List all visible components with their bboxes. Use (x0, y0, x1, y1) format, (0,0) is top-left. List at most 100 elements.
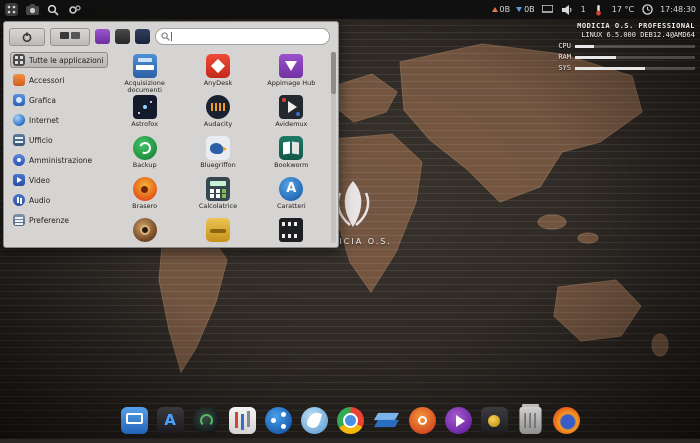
keyboard-indicator[interactable]: 1 (581, 5, 586, 14)
menu-search (155, 28, 330, 45)
monitor-subtitle: LINUX 6.5.000 DEB12.4@AMD64 (558, 31, 695, 40)
camera-lens-app-icon (133, 218, 157, 242)
filmstrip-app-icon (279, 218, 303, 242)
app-label: Bookworm (255, 162, 328, 169)
settings-gears-icon[interactable] (67, 3, 81, 17)
panel-launchers (0, 3, 81, 17)
media-player-dock-icon[interactable] (445, 407, 472, 434)
top-panel: 0B 0B 1 17 °C 17:48:30 (0, 0, 700, 19)
app-item[interactable]: AnyDesk (181, 52, 254, 90)
brasero-icon (133, 177, 157, 201)
internet-globe-icon (13, 114, 25, 126)
app-menu-icon[interactable] (4, 3, 18, 17)
menu-toolbar (9, 28, 330, 45)
app-label: Brasero (108, 203, 181, 210)
screenshot-tool-dock-icon[interactable] (481, 407, 508, 434)
audio-mixer-dock-icon[interactable] (229, 407, 256, 434)
appimage-hub-icon (279, 54, 303, 78)
category-office[interactable]: Ufficio (10, 132, 108, 148)
screenshot-camera-icon[interactable] (25, 3, 39, 17)
calculator-icon (206, 177, 230, 201)
category-video[interactable]: Video (10, 172, 108, 188)
category-all-applications[interactable]: Tutte le applicazioni (10, 52, 108, 68)
layers-dock-icon[interactable] (373, 407, 400, 434)
app-label: Avidemux (255, 121, 328, 128)
net-up-value: 0B (500, 5, 511, 14)
audacity-icon (206, 95, 230, 119)
category-label: Accessori (29, 76, 64, 85)
category-label: Grafica (29, 96, 56, 105)
share-dock-icon[interactable] (265, 407, 292, 434)
category-label: Preferenze (29, 216, 69, 225)
appcenter-dock-icon[interactable]: A (157, 407, 184, 434)
trash-dock-icon[interactable] (519, 407, 541, 434)
dark-app-shortcut-icon[interactable] (115, 29, 130, 44)
app-item[interactable]: Acquisizione documenti (108, 52, 181, 90)
temperature-value[interactable]: 17 °C (612, 5, 634, 14)
accessories-icon (13, 74, 25, 86)
feather-mail-dock-icon[interactable] (301, 407, 328, 434)
app-item[interactable]: A Caratteri (255, 175, 328, 213)
administration-icon (13, 154, 25, 166)
bluegriffon-icon (206, 136, 230, 160)
app-label: Backup (108, 162, 181, 169)
category-audio[interactable]: Audio (10, 192, 108, 208)
purple-app-shortcut-icon[interactable] (95, 29, 110, 44)
menu-scrollbar[interactable] (331, 52, 336, 243)
orange-app-dock-icon[interactable] (409, 407, 436, 434)
app-item[interactable] (255, 216, 328, 248)
ram-meter: RAM (558, 53, 695, 62)
category-administration[interactable]: Amministrazione (10, 152, 108, 168)
web-browser-dock-icon[interactable] (193, 407, 220, 434)
scrollbar-handle[interactable] (331, 52, 336, 94)
app-item[interactable] (181, 216, 254, 248)
category-accessories[interactable]: Accessori (10, 72, 108, 88)
category-label: Internet (29, 116, 59, 125)
app-label: Bluegriffon (181, 162, 254, 169)
document-scanner-icon (133, 54, 157, 78)
office-icon (13, 134, 25, 146)
clock-value[interactable]: 17:48:30 (660, 5, 696, 14)
clock-icon (640, 3, 654, 17)
search-input[interactable] (175, 31, 324, 43)
cpu-meter: CPU (558, 42, 695, 51)
power-button[interactable] (9, 28, 45, 46)
app-label: Appimage Hub (255, 80, 328, 87)
dock: A (0, 407, 700, 434)
cpu-bar (575, 45, 695, 48)
app-item[interactable]: Backup (108, 134, 181, 172)
app-item[interactable]: Audacity (181, 93, 254, 131)
app-item[interactable] (108, 216, 181, 248)
display-settings-dock-icon[interactable] (121, 407, 148, 434)
app-label: Astrofox (108, 121, 181, 128)
kbd-value: 1 (581, 5, 586, 14)
app-item[interactable]: Bookworm (255, 134, 328, 172)
chromium-dock-icon[interactable] (337, 407, 364, 434)
session-button[interactable] (50, 28, 90, 46)
category-preferences[interactable]: Preferenze (10, 212, 108, 228)
app-item[interactable]: Astrofox (108, 93, 181, 131)
firefox-dock-icon[interactable] (553, 407, 580, 434)
app-label: Acquisizione documenti (108, 80, 181, 94)
app-item[interactable]: Bluegriffon (181, 134, 254, 172)
app-item[interactable]: Brasero (108, 175, 181, 213)
sys-meter: SYS (558, 64, 695, 73)
search-icon[interactable] (46, 3, 60, 17)
category-graphics[interactable]: Grafica (10, 92, 108, 108)
navy-app-shortcut-icon[interactable] (135, 29, 150, 44)
app-menu-window: Tutte le applicazioni Accessori Grafica … (3, 21, 339, 248)
category-internet[interactable]: Internet (10, 112, 108, 128)
ram-bar (575, 56, 695, 59)
app-item[interactable]: Avidemux (255, 93, 328, 131)
volume-icon[interactable] (561, 3, 575, 17)
app-item[interactable]: Calcolatrice (181, 175, 254, 213)
sys-bar (575, 67, 695, 70)
avidemux-icon (279, 95, 303, 119)
gold-app-icon (206, 218, 230, 242)
backup-icon (133, 136, 157, 160)
ram-label: RAM (558, 53, 571, 62)
app-item[interactable]: Appimage Hub (255, 52, 328, 90)
display-indicator-icon[interactable] (541, 3, 555, 17)
net-down-stat[interactable]: 0B (516, 5, 535, 14)
net-up-stat[interactable]: 0B (492, 5, 511, 14)
